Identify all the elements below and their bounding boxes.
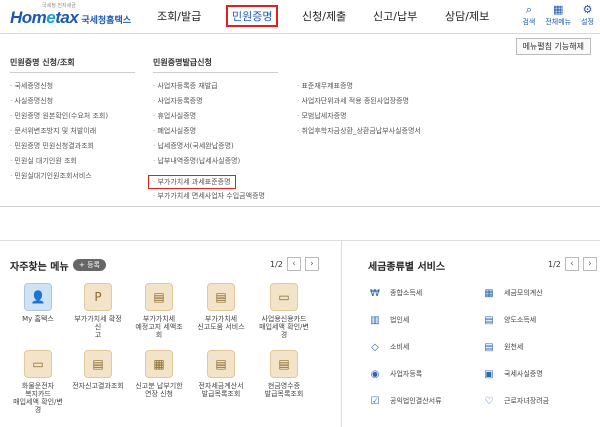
menu-link[interactable]: 문서위변조방지 및 처발이래 <box>10 124 135 139</box>
coins-icon: ₩ <box>370 287 380 299</box>
invoice-icon: ▤ <box>270 350 298 378</box>
page-indicator: 1/2 <box>270 259 283 269</box>
tax-service-item[interactable]: ▤ 양도소득세 <box>482 313 536 327</box>
menu-consult-report[interactable]: 상담/제보 <box>445 8 489 24</box>
favorite-item[interactable]: P 부가가치세 확정신 고 <box>72 283 124 339</box>
card-icon: ▭ <box>24 350 52 378</box>
menu-link[interactable]: 납세증명서(국세완납증명) <box>153 139 278 154</box>
menu-link[interactable]: 모범납세자증명 <box>297 109 421 124</box>
document-icon: P <box>84 283 112 311</box>
menu-link[interactable]: 표준재무제표증명 <box>297 79 421 94</box>
next-page-button[interactable]: › <box>582 257 597 271</box>
user-icon: 👤 <box>24 283 52 311</box>
settings-button[interactable]: ⚙ 설정 <box>581 4 594 27</box>
tax-service-item[interactable]: ₩ 종합소득세 <box>368 286 422 300</box>
prev-page-button[interactable]: ‹ <box>286 257 301 271</box>
diamond-icon: ◇ <box>371 341 379 353</box>
tax-service-item[interactable]: ◇ 소비세 <box>368 340 409 354</box>
favorite-item[interactable]: ▤ 부가가치세 신고도움 서비스 <box>195 283 247 331</box>
menu-column-cert-issue-more: 표준재무제표증명 사업자단위과세 적용 종된사업장증명 모범납세자증명 취업후학… <box>297 79 421 139</box>
menu-link[interactable]: 민원증명 민원신청결과조회 <box>10 139 135 154</box>
favorite-item[interactable]: ▤ 전자세금계산서 발급목록조회 <box>195 350 247 398</box>
menu-link[interactable]: 사업자등록증 재발급 <box>153 79 278 94</box>
menu-link[interactable]: 폐업사실증명 <box>153 124 278 139</box>
menu-column-civil-apply: 민원증명 신청/조회 국세증명신청 사실증명신청 민원증명 원본확인(수요처 조… <box>10 57 135 184</box>
favorite-item[interactable]: ▭ 사업용신용카드 매입세액 확인/변경 <box>258 283 310 339</box>
disable-menu-expand-button[interactable]: 메뉴펼침 기능해제 <box>515 38 591 55</box>
tax-service-item[interactable]: ▥ 법인세 <box>368 313 409 327</box>
favorite-item[interactable]: ▦ 신고분 납부기한 연장 신청 <box>133 350 185 398</box>
person-icon: ◉ <box>370 368 380 380</box>
menu-link-vat-tax-base-cert[interactable]: 부가가치세 과세표준증명 <box>148 175 236 189</box>
search-icon: ⌕ <box>525 3 532 16</box>
page-indicator: 1/2 <box>548 259 561 269</box>
mega-dropdown-menu: 메뉴펼침 기능해제 민원증명 신청/조회 국세증명신청 사실증명신청 민원증명 … <box>0 35 600 207</box>
menu-link[interactable]: 민원증명 원본확인(수요처 조회) <box>10 109 135 124</box>
certificate-icon: ▣ <box>484 368 494 380</box>
main-menu: 조회/발급 민원증명 신청/제출 신고/납부 상담/제보 <box>0 5 600 27</box>
prev-page-button[interactable]: ‹ <box>564 257 579 271</box>
menu-link[interactable]: 취업후학자금상환_상환금납부사실증명서 <box>297 124 420 139</box>
menu-link[interactable]: 사업자단위과세 적용 종된사업장증명 <box>297 94 421 109</box>
tax-service-item[interactable]: ▦ 세금모의계산 <box>482 286 542 300</box>
add-favorite-button[interactable]: + 등록 <box>73 259 106 271</box>
card-icon: ▭ <box>270 283 298 311</box>
document-icon: ▤ <box>484 314 494 326</box>
menu-link[interactable]: 휴업사실증명 <box>153 109 278 124</box>
tax-service-item[interactable]: ◉ 사업자등록 <box>368 367 423 381</box>
heart-icon: ♡ <box>484 395 494 407</box>
tax-service-item[interactable]: ♡ 근로자녀장려금 <box>482 394 550 408</box>
favorite-item[interactable]: ▤ 현금영수증 발급목록조회 <box>258 350 310 398</box>
gear-icon: ⚙ <box>582 3 593 16</box>
favorite-item[interactable]: ▤ 부가가치세 예정고지 세액조회 <box>133 283 185 339</box>
favorites-title: 자주찾는 메뉴 <box>10 262 69 273</box>
menu-lookup-issue[interactable]: 조회/발급 <box>157 8 201 24</box>
menu-civil-certificate[interactable]: 민원증명 <box>226 5 279 27</box>
all-menu-button[interactable]: ▦ 전체메뉴 <box>545 4 571 27</box>
tax-service-item[interactable]: ☑ 공익법인결산서류 <box>368 394 442 408</box>
menu-link[interactable]: 민원실대기인원조회서비스 <box>10 169 135 184</box>
menu-apply-submit[interactable]: 신청/제출 <box>302 8 346 24</box>
menu-link[interactable]: 납부내역증명(납세사실증명) <box>153 154 278 169</box>
document-icon: ▤ <box>207 283 235 311</box>
column-title: 민원증명 신청/조회 <box>10 57 135 73</box>
header-tools: ⌕ 검색 ▦ 전체메뉴 ⚙ 설정 <box>522 4 594 27</box>
favorite-item[interactable]: ▤ 전자신고결과조회 <box>72 350 124 390</box>
tax-service-item[interactable]: ▣ 국세사실증명 <box>482 367 542 381</box>
column-title: 민원증명발급신청 <box>153 57 278 73</box>
tax-services-pager: 1/2 ‹ › <box>548 257 597 271</box>
menu-link[interactable]: 사업자등록증명 <box>153 94 278 109</box>
menu-report-pay[interactable]: 신고/납부 <box>373 8 417 24</box>
menu-link[interactable]: 국세증명신청 <box>10 79 135 94</box>
calculator-icon: ▦ <box>484 287 494 299</box>
document-icon: ▤ <box>84 350 112 378</box>
building-icon: ▥ <box>370 314 380 326</box>
search-button[interactable]: ⌕ 검색 <box>522 4 535 27</box>
menu-link[interactable]: 부가가치세 면세사업자 수입금액증명 <box>153 189 278 204</box>
tax-service-item[interactable]: ▤ 원천세 <box>482 340 523 354</box>
next-page-button[interactable]: › <box>304 257 319 271</box>
document-icon: ▤ <box>484 341 494 353</box>
favorite-item[interactable]: 👤 My 홈택스 <box>12 283 64 323</box>
section-divider <box>341 240 342 427</box>
top-navigation-bar: 국세청 전자세금 Hometax 국세청홈택스 조회/발급 민원증명 신청/제출… <box>0 0 600 34</box>
menu-column-cert-issue: 민원증명발급신청 사업자등록증 재발급 사업자등록증명 휴업사실증명 폐업사실증… <box>148 57 278 204</box>
invoice-icon: ▤ <box>207 350 235 378</box>
favorites-pager: 1/2 ‹ › <box>270 257 319 271</box>
favorite-item[interactable]: ▭ 화물운전자 복지카드 매입세액 확인/변경 <box>12 350 64 414</box>
check-doc-icon: ☑ <box>370 395 380 407</box>
menu-link[interactable]: 민원실 대기인원 조회 <box>10 154 135 169</box>
calendar-icon: ▦ <box>145 350 173 378</box>
grid-icon: ▦ <box>553 3 564 16</box>
menu-link[interactable]: 사실증명신청 <box>10 94 135 109</box>
tax-services-title: 세금종류별 서비스 <box>368 262 446 273</box>
calculator-icon: ▤ <box>145 283 173 311</box>
